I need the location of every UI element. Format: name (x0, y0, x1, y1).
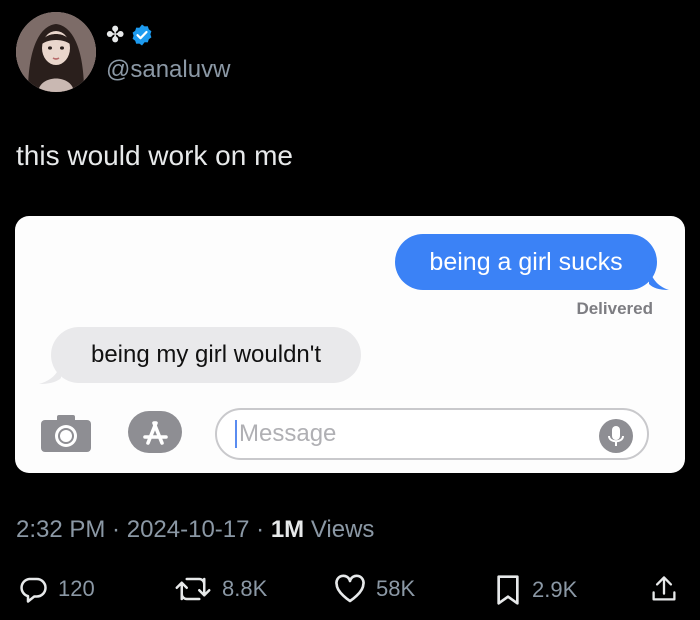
bookmark-button[interactable]: 2.9K (494, 574, 577, 606)
text-caret (235, 420, 237, 448)
tweet-date[interactable]: 2024-10-17 (127, 516, 250, 543)
repost-icon (175, 577, 211, 601)
like-count: 58K (376, 576, 416, 601)
repost-count: 8.8K (222, 576, 268, 601)
tweet-text: this would work on me (16, 140, 294, 171)
bookmark-icon (497, 575, 519, 605)
meta-separator: · (249, 516, 271, 543)
meta-separator: · (105, 516, 127, 543)
repost-button[interactable]: 8.8K (174, 574, 267, 604)
reply-icon (20, 577, 47, 603)
heart-icon (335, 574, 365, 603)
delivered-status: Delivered (576, 299, 653, 318)
action-bar: 120 8.8K 58K 2.9K (0, 560, 700, 620)
views-label: Views (304, 516, 375, 543)
message-screenshot[interactable]: being a girl sucks Delivered being my gi… (15, 216, 685, 473)
like-button[interactable]: 58K (334, 574, 415, 604)
reply-count: 120 (58, 576, 95, 601)
camera-icon[interactable] (39, 412, 93, 454)
avatar-image (16, 12, 96, 92)
tweet-time[interactable]: 2:32 PM (16, 516, 105, 543)
author-handle[interactable]: @sanaluvw (106, 56, 230, 84)
tweet-meta: 2:32 PM · 2024-10-17 · 1M Views (16, 516, 374, 544)
avatar[interactable] (16, 12, 96, 92)
outgoing-bubble-tail-icon (649, 266, 669, 290)
author-name[interactable]: ✤ (106, 24, 124, 46)
message-placeholder: Message (239, 420, 337, 447)
incoming-message: being my girl wouldn't (51, 327, 361, 383)
bookmark-count: 2.9K (532, 577, 578, 602)
verified-badge-icon (133, 24, 152, 46)
outgoing-message: being a girl sucks (395, 234, 657, 290)
share-button[interactable] (650, 574, 678, 604)
share-icon (652, 576, 676, 601)
author-name-row[interactable]: ✤ (106, 22, 154, 48)
message-input[interactable]: Message (215, 408, 649, 460)
incoming-bubble-tail-icon (39, 362, 61, 384)
app-store-icon[interactable] (126, 409, 184, 455)
views-count: 1M (270, 516, 305, 543)
reply-button[interactable]: 120 (18, 574, 95, 604)
microphone-icon[interactable] (599, 419, 633, 453)
